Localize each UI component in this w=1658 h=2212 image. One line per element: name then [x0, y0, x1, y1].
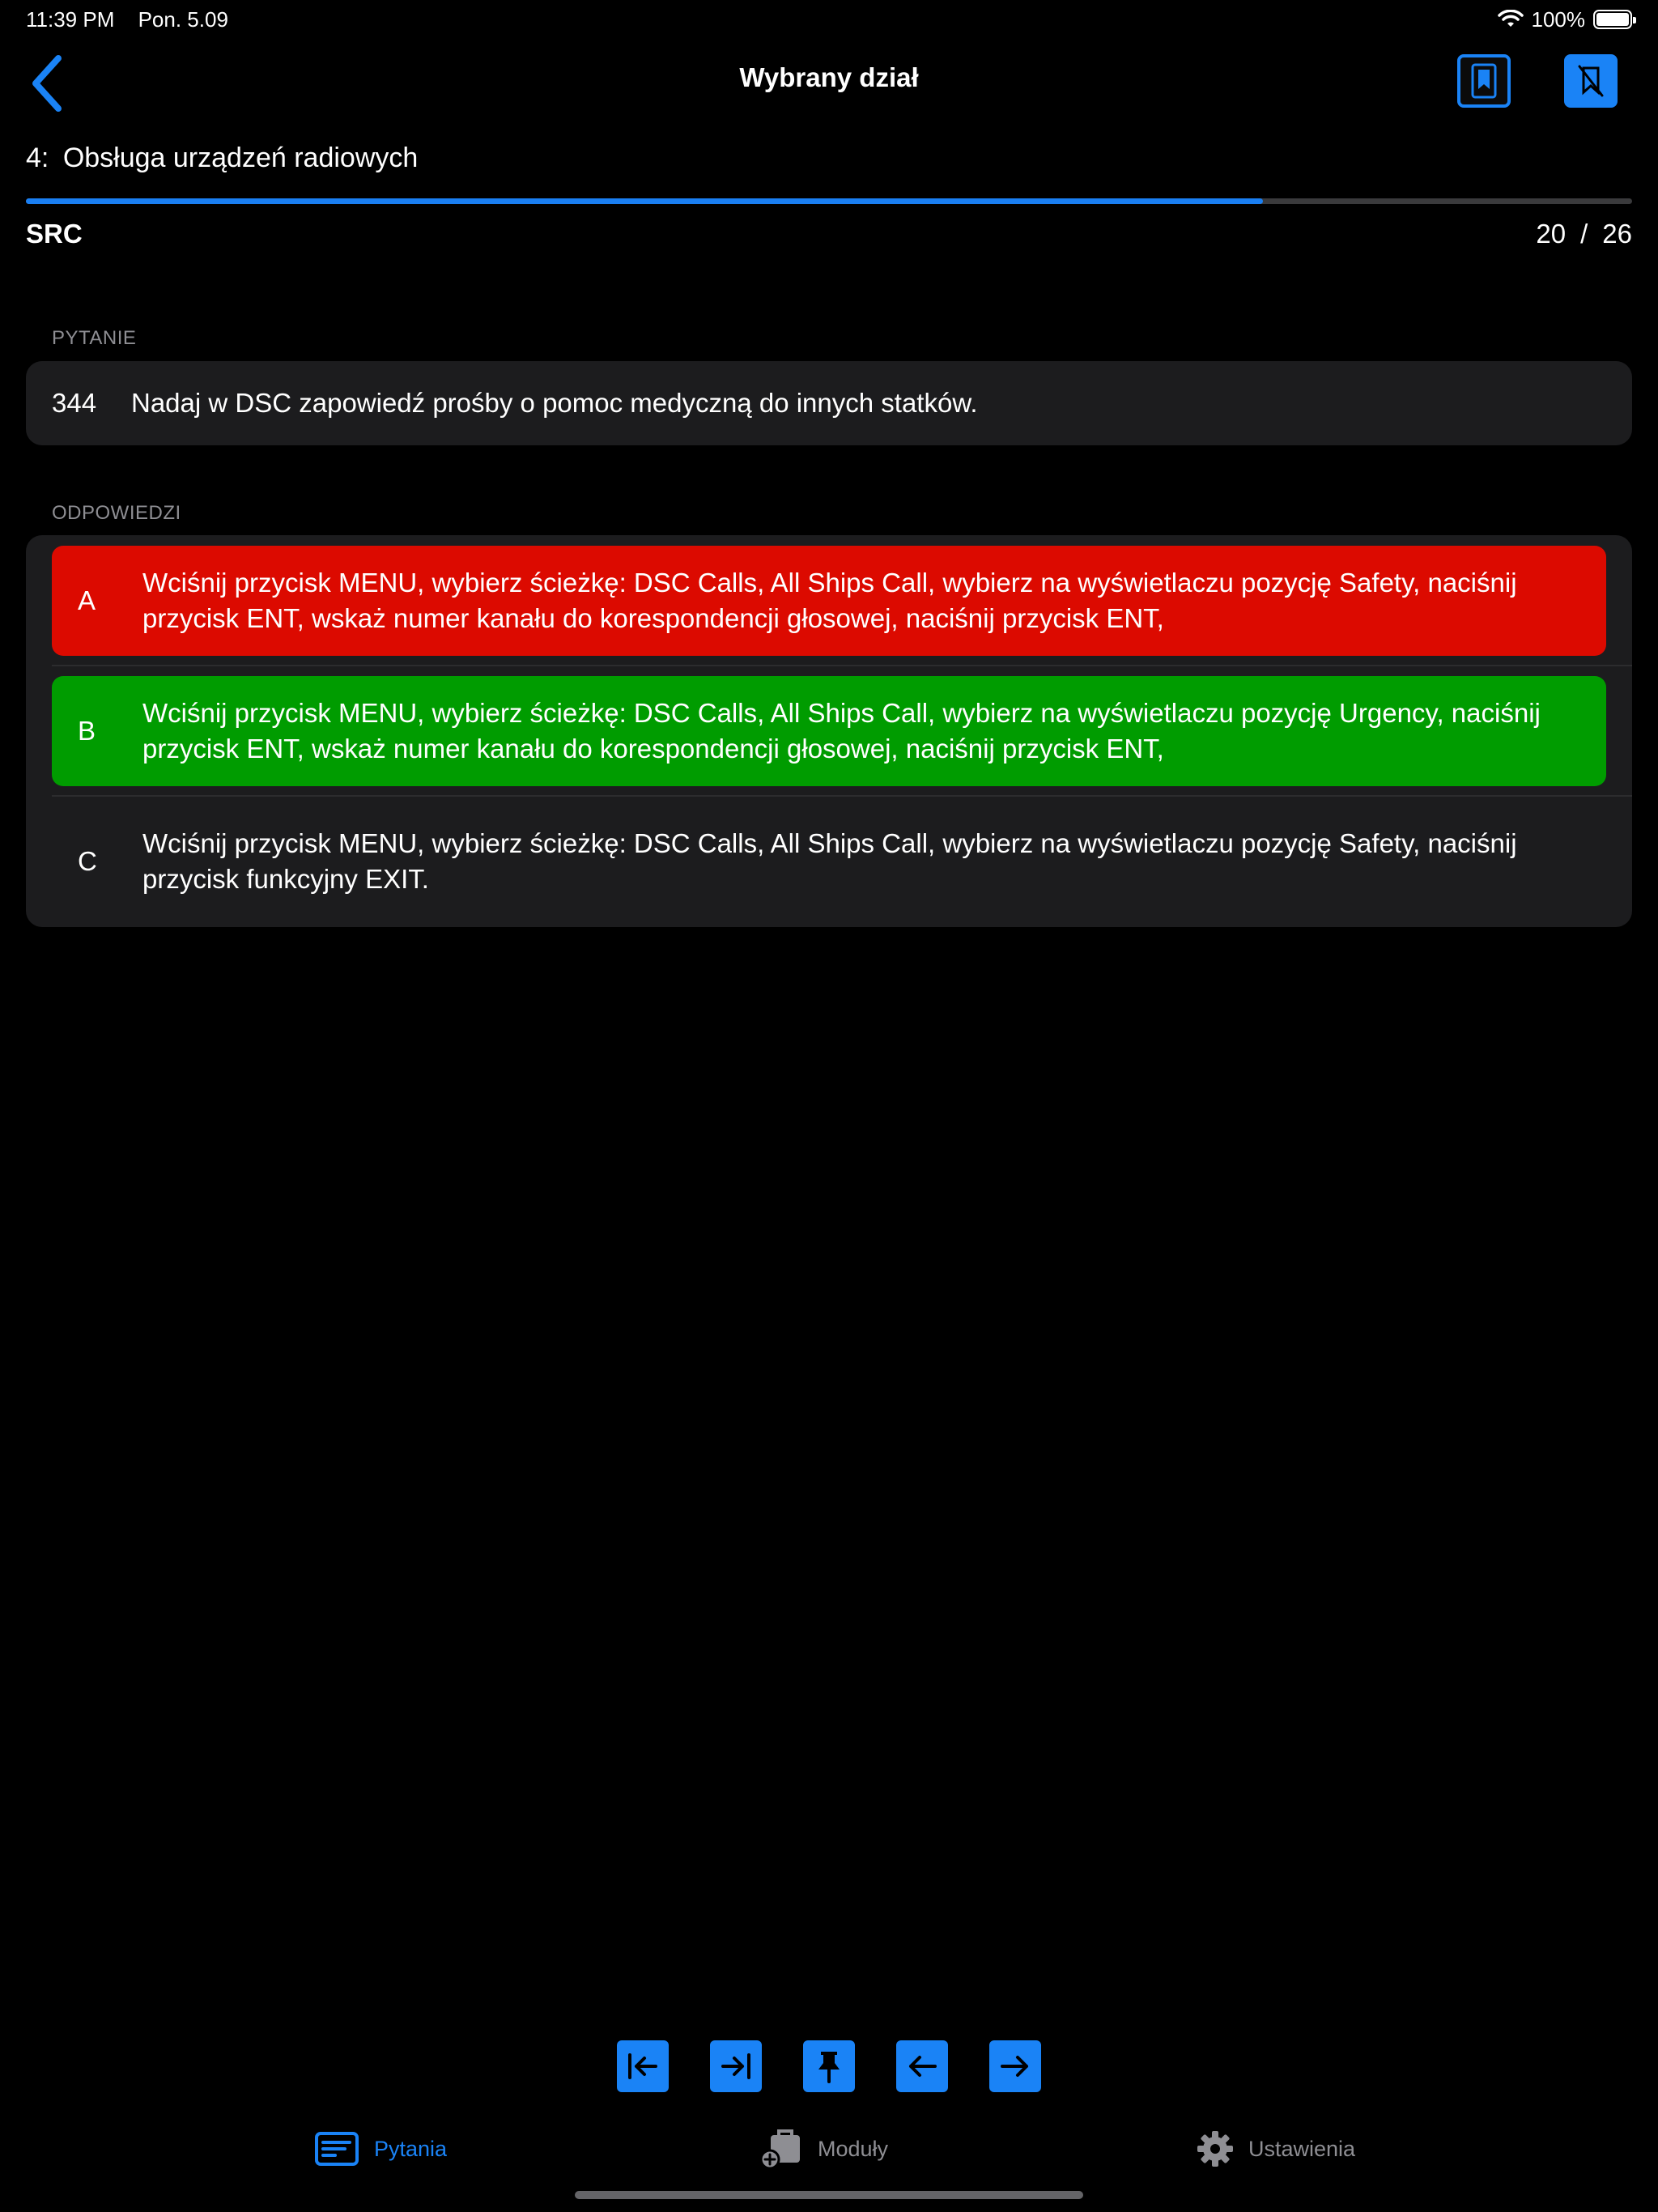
- answer-option-b[interactable]: B Wciśnij przycisk MENU, wybierz ścieżkę…: [52, 676, 1606, 786]
- last-question-icon: [721, 2053, 750, 2079]
- answers-list: A Wciśnij przycisk MENU, wybierz ścieżkę…: [26, 535, 1632, 927]
- status-left: 11:39 PM Pon. 5.09: [26, 7, 246, 32]
- navigation-bar: Wybrany dział: [0, 45, 1658, 117]
- answer-letter: B: [78, 716, 96, 746]
- status-right: 100%: [1497, 6, 1636, 32]
- answer-option-a[interactable]: A Wciśnij przycisk MENU, wybierz ścieżkę…: [52, 546, 1606, 656]
- progress-bar: [26, 198, 1632, 204]
- subject-label: SRC: [26, 219, 83, 249]
- pin-button[interactable]: [803, 2040, 855, 2092]
- answer-text: Wciśnij przycisk MENU, wybierz ścieżkę: …: [142, 828, 1517, 894]
- bookmark-icon: [1471, 63, 1497, 99]
- bookmark-button[interactable]: [1457, 54, 1511, 108]
- modules-icon: [759, 2129, 800, 2170]
- next-arrow-icon: [1001, 2056, 1028, 2077]
- answer-text: Wciśnij przycisk MENU, wybierz ścieżkę: …: [142, 568, 1517, 633]
- tab-bar: Pytania Moduły Ustawienia: [0, 2123, 1658, 2175]
- previous-question-button[interactable]: [896, 2040, 948, 2092]
- answer-divider: [52, 795, 1632, 797]
- tab-label: Ustawienia: [1248, 2136, 1356, 2161]
- question-text: Nadaj w DSC zapowiedź prośby o pomoc med…: [131, 388, 978, 418]
- tab-label: Pytania: [374, 2136, 448, 2161]
- tab-label: Moduły: [818, 2136, 889, 2161]
- status-time: 11:39 PM: [26, 6, 115, 32]
- next-question-button[interactable]: [989, 2040, 1041, 2092]
- question-number: 344: [52, 388, 97, 418]
- last-question-button[interactable]: [710, 2040, 762, 2092]
- section-title: 4: Obsługa urządzeń radiowych: [26, 143, 418, 174]
- previous-arrow-icon: [909, 2056, 937, 2077]
- total-questions: 26: [1602, 219, 1632, 249]
- battery-icon: [1593, 10, 1636, 29]
- status-bar: 11:39 PM Pon. 5.09 100%: [26, 6, 1636, 32]
- status-date: Pon. 5.09: [138, 6, 228, 32]
- pin-icon: [818, 2052, 840, 2083]
- tab-questions[interactable]: Pytania: [314, 2123, 447, 2175]
- remove-bookmark-button[interactable]: [1564, 54, 1618, 108]
- answer-divider: [52, 665, 1632, 666]
- wifi-icon: [1497, 10, 1524, 27]
- battery-percent: 100%: [1531, 6, 1586, 32]
- tab-modules[interactable]: Moduły: [759, 2123, 888, 2175]
- gear-icon: [1197, 2131, 1233, 2167]
- counter-separator: /: [1580, 219, 1588, 249]
- question-card: 344 Nadaj w DSC zapowiedź prośby o pomoc…: [26, 361, 1632, 445]
- first-question-icon: [628, 2053, 657, 2079]
- app-screen: 11:39 PM Pon. 5.09 100% Wybrany dział 4:…: [0, 0, 1658, 2212]
- answer-text: Wciśnij przycisk MENU, wybierz ścieżkę: …: [142, 698, 1541, 764]
- section-name: Obsługa urządzeń radiowych: [62, 143, 419, 173]
- tab-settings[interactable]: Ustawienia: [1197, 2123, 1355, 2175]
- current-question-number: 20: [1536, 219, 1567, 249]
- progress-fill: [26, 198, 1263, 204]
- answer-letter: A: [78, 585, 96, 615]
- section-number: 4:: [26, 143, 49, 173]
- question-section-label: PYTANIE: [52, 327, 137, 349]
- questions-icon: [315, 2132, 359, 2166]
- first-question-button[interactable]: [617, 2040, 669, 2092]
- answer-letter: C: [78, 846, 97, 876]
- answer-option-c[interactable]: C Wciśnij przycisk MENU, wybierz ścieżkę…: [52, 806, 1606, 917]
- page-title: Wybrany dział: [739, 62, 919, 92]
- question-counter: 20 / 26: [1536, 219, 1632, 249]
- question-toolbar: [617, 2040, 1041, 2092]
- home-indicator: [575, 2191, 1083, 2199]
- bookmark-slash-icon: [1578, 65, 1604, 97]
- answers-section-label: ODPOWIEDZI: [52, 502, 181, 524]
